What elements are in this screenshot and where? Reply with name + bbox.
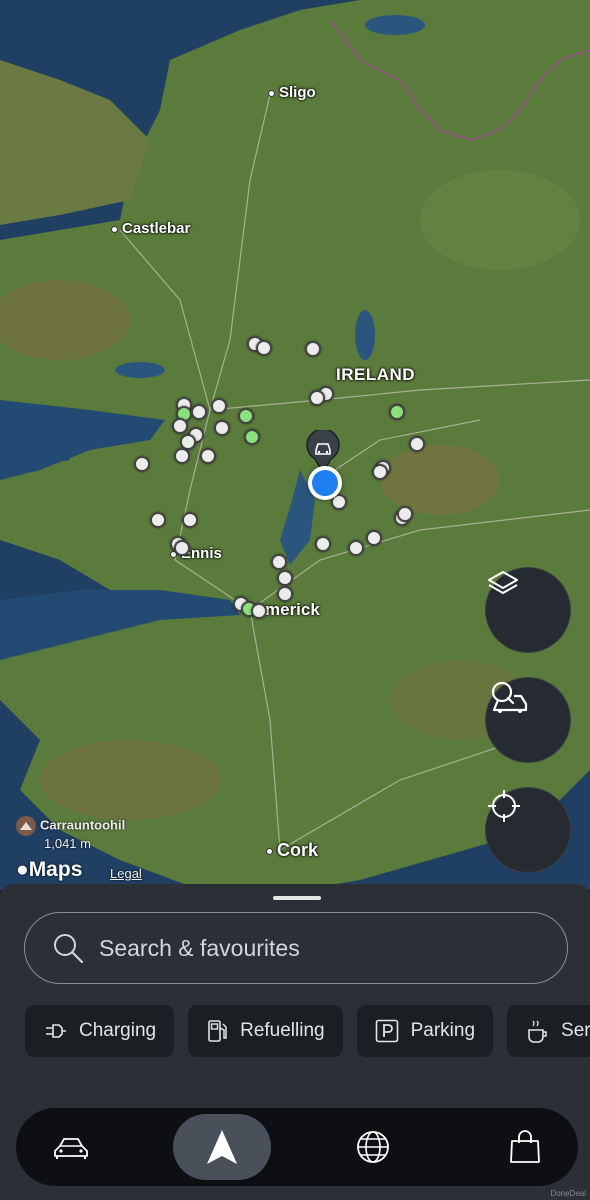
poi-marker[interactable]: [397, 506, 413, 522]
navigation-arrow-icon: [207, 1130, 237, 1164]
poi-marker[interactable]: [134, 456, 150, 472]
city-label-limerick[interactable]: merick: [265, 600, 320, 620]
car-search-icon: [491, 681, 528, 713]
city-dot: [268, 89, 275, 97]
poi-marker[interactable]: [191, 404, 207, 420]
category-chips: Charging Refuelling Parking Ser: [25, 1005, 590, 1057]
city-label-sligo[interactable]: Sligo: [268, 84, 316, 101]
chip-charging[interactable]: Charging: [25, 1005, 175, 1057]
nav-item-globe[interactable]: [336, 1108, 410, 1186]
poi-marker[interactable]: [305, 341, 321, 357]
search-favourites-field[interactable]: Search & favourites: [24, 912, 568, 984]
chip-services[interactable]: Ser: [507, 1005, 590, 1057]
coffee-cup-icon: [525, 1018, 549, 1044]
poi-marker-green[interactable]: [389, 404, 405, 420]
poi-marker[interactable]: [348, 540, 364, 556]
poi-marker[interactable]: [256, 340, 272, 356]
mountain-icon: [16, 816, 36, 836]
poi-marker[interactable]: [251, 603, 267, 619]
poi-marker[interactable]: [172, 418, 188, 434]
country-label: IRELAND: [336, 365, 416, 384]
poi-marker[interactable]: [409, 436, 425, 452]
poi-marker[interactable]: [150, 512, 166, 528]
bottom-nav-bar: [16, 1108, 578, 1186]
poi-marker-green[interactable]: [238, 408, 254, 424]
city-label-castlebar[interactable]: Castlebar: [111, 220, 190, 237]
apple-icon: ●: [16, 858, 29, 881]
poi-marker[interactable]: [277, 586, 293, 602]
parking-icon: [375, 1019, 399, 1043]
legal-link[interactable]: Legal: [110, 866, 142, 881]
recenter-location-button[interactable]: [485, 787, 571, 873]
shopping-bag-icon: [510, 1130, 540, 1163]
nav-item-shop[interactable]: [490, 1108, 560, 1186]
map-layers-button[interactable]: [485, 567, 571, 653]
search-along-route-button[interactable]: [485, 677, 571, 763]
search-placeholder: Search & favourites: [99, 934, 300, 961]
crosshair-icon: [488, 790, 520, 822]
city-dot: [111, 225, 118, 233]
watermark: DoneDeal: [550, 1189, 586, 1198]
chip-refuelling[interactable]: Refuelling: [188, 1005, 343, 1057]
sheet-grabber[interactable]: [273, 896, 321, 900]
peak-label: Carrauntoohil 1,041 m: [16, 816, 125, 852]
globe-icon: [357, 1131, 389, 1163]
nav-item-navigation[interactable]: [173, 1108, 271, 1186]
poi-marker[interactable]: [372, 464, 388, 480]
city-label-cork[interactable]: Cork: [266, 840, 318, 861]
maps-attribution-logo: ●Maps: [16, 858, 83, 881]
map-terrain: [0, 0, 590, 890]
poi-marker[interactable]: [309, 390, 325, 406]
poi-marker[interactable]: [211, 398, 227, 414]
chip-parking[interactable]: Parking: [356, 1005, 494, 1057]
layers-icon: [488, 571, 518, 594]
poi-marker[interactable]: [174, 448, 190, 464]
poi-marker[interactable]: [200, 448, 216, 464]
poi-marker[interactable]: [366, 530, 382, 546]
poi-marker[interactable]: [277, 570, 293, 586]
nav-item-car[interactable]: [36, 1108, 106, 1186]
user-location-dot: [308, 466, 342, 500]
charging-plug-icon: [43, 1020, 67, 1042]
poi-marker[interactable]: [214, 420, 230, 436]
poi-marker[interactable]: [271, 554, 287, 570]
bottom-sheet: Search & favourites Charging Refuelling …: [0, 884, 590, 1200]
poi-marker[interactable]: [182, 512, 198, 528]
car-icon: [54, 1138, 88, 1159]
fuel-pump-icon: [206, 1018, 228, 1044]
poi-marker[interactable]: [174, 540, 190, 556]
search-icon: [54, 934, 84, 964]
poi-marker-green[interactable]: [244, 429, 260, 445]
poi-marker[interactable]: [315, 536, 331, 552]
city-dot: [266, 847, 273, 855]
map-view[interactable]: Sligo Castlebar Ennis merick Cork IRELAN…: [0, 0, 590, 890]
